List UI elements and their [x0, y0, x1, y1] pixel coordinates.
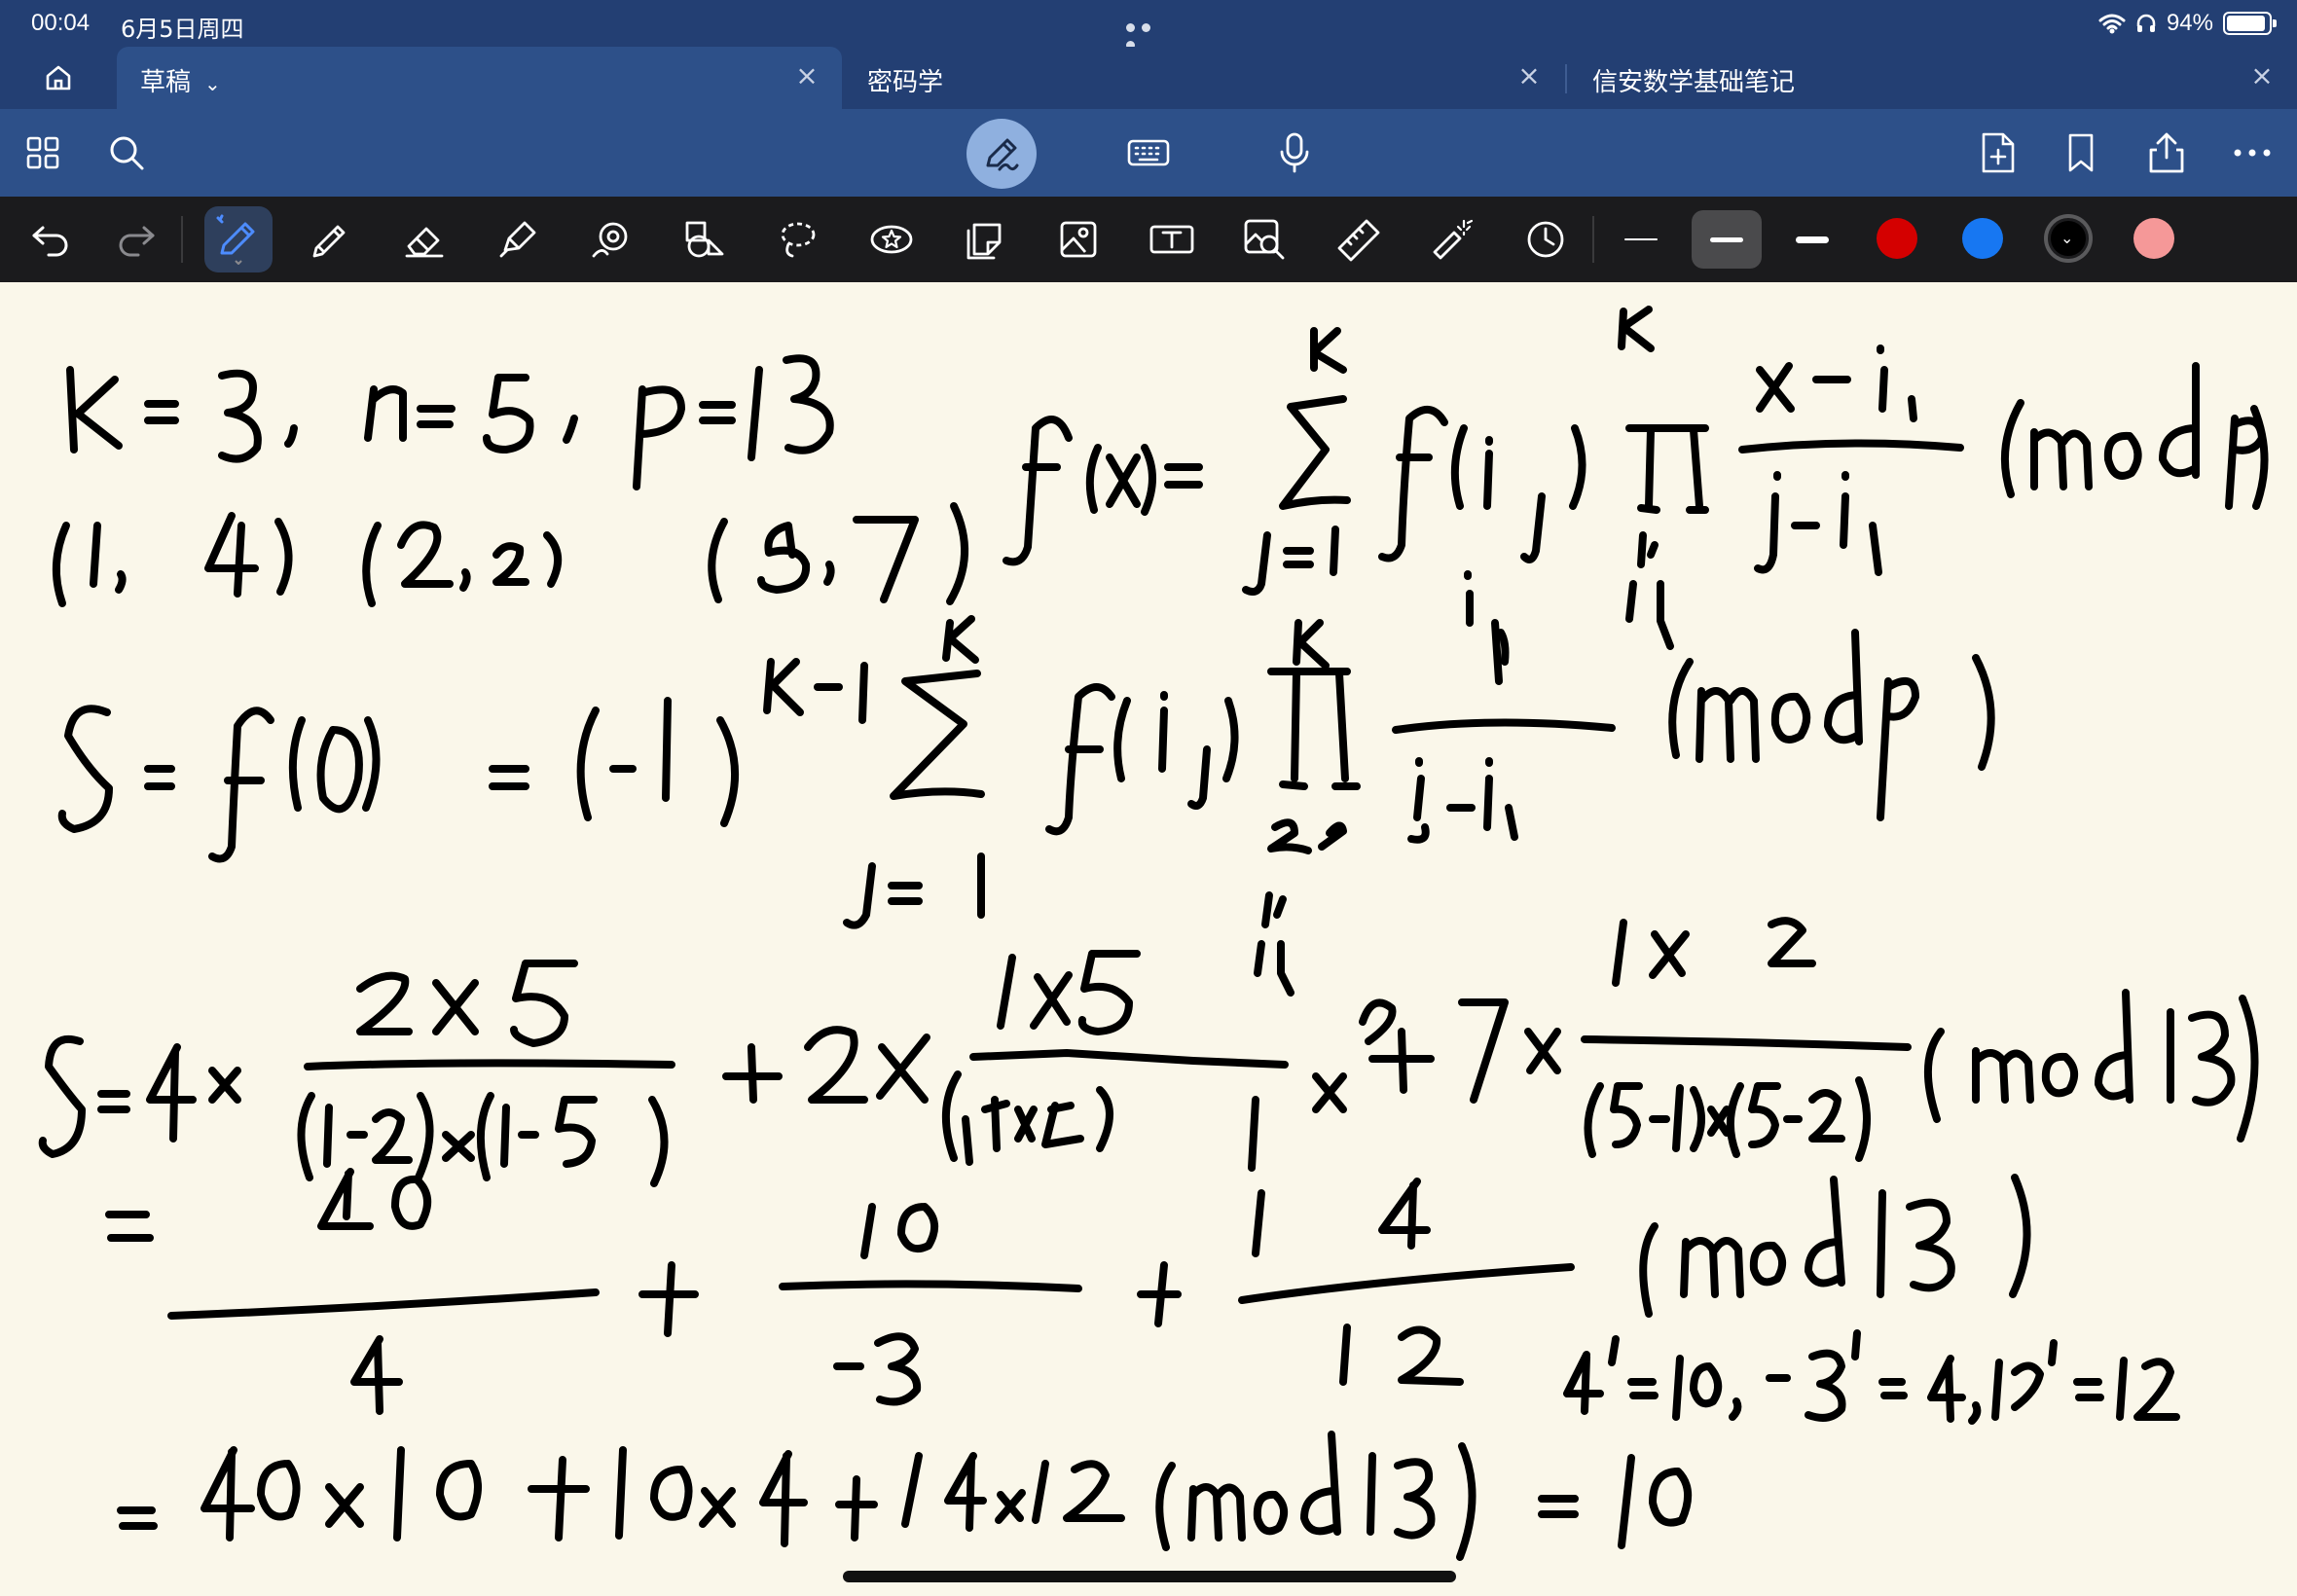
ink-line-parameters: [66, 354, 834, 490]
multitasking-dots-icon[interactable]: [1126, 19, 1171, 50]
eraser-tool[interactable]: [395, 210, 454, 269]
battery-icon: [2223, 12, 2277, 35]
ink-formula-secret: [57, 570, 1995, 997]
more-icon: [2234, 149, 2271, 157]
shape-recognition-tool[interactable]: [582, 210, 640, 269]
share-button[interactable]: [2137, 124, 2196, 182]
bookmark-button[interactable]: [2052, 124, 2110, 182]
ruler-icon: [1337, 219, 1380, 262]
ink-line-points: [52, 502, 969, 607]
search-icon: [110, 136, 144, 170]
sticky-note-icon: [966, 223, 1002, 260]
grid-button[interactable]: [14, 124, 72, 182]
status-date: 6月5日周四: [121, 16, 244, 43]
grid-icon: [26, 136, 59, 169]
close-tab-icon[interactable]: ×: [2248, 62, 2276, 90]
tab-label: 密码学: [867, 68, 944, 97]
status-bar: 00:04 6月5日周四 94%: [0, 0, 2297, 50]
stroke-medium[interactable]: [1692, 210, 1762, 269]
highlighter-tool[interactable]: [489, 210, 547, 269]
sticker-icon: [870, 225, 913, 254]
pen-icon: [216, 214, 255, 265]
undo-button[interactable]: [21, 210, 80, 269]
lasso-icon: [781, 222, 816, 258]
microphone-button[interactable]: [1265, 124, 1324, 182]
home-button[interactable]: [31, 54, 86, 101]
status-time: 00:04: [31, 10, 91, 36]
close-tab-icon[interactable]: ×: [793, 62, 820, 90]
ink-line-inverses: [1563, 1329, 2180, 1425]
status-right: 94%: [2098, 8, 2277, 39]
ink-line-substitution: [38, 917, 2259, 1187]
home-icon: [46, 65, 71, 91]
stroke-thick[interactable]: [1777, 210, 1847, 269]
pencil-icon: [312, 225, 346, 258]
home-indicator[interactable]: [843, 1571, 1456, 1582]
image-tool[interactable]: [1049, 210, 1108, 269]
redo-button[interactable]: [107, 210, 165, 269]
chevron-down-icon: ⌄: [2060, 231, 2074, 247]
add-page-button[interactable]: [1968, 124, 2026, 182]
redo-icon: [119, 226, 155, 257]
text-box-icon: [1149, 225, 1194, 254]
sticker-tool[interactable]: [862, 210, 921, 269]
bookmark-icon: [2068, 133, 2094, 172]
color-red-swatch[interactable]: [1877, 218, 1917, 259]
shapes-tool[interactable]: [675, 210, 734, 269]
share-icon: [2149, 132, 2184, 173]
tab-label: 信安数学基础笔记: [1592, 68, 1796, 97]
headphones-icon: [2136, 14, 2156, 32]
search-button[interactable]: [97, 124, 156, 182]
image-search-icon: [1244, 219, 1285, 260]
tools-bar: ⌄: [0, 197, 2297, 282]
tool-divider: [1592, 216, 1594, 263]
tab-math-notes[interactable]: 信安数学基础笔记 ×: [1569, 47, 2297, 109]
tab-cryptography[interactable]: 密码学 ×: [844, 47, 1564, 109]
shapes-icon: [685, 221, 724, 258]
color-pink-swatch[interactable]: [2133, 218, 2174, 259]
tab-drafts[interactable]: 草稿 ⌄ ×: [117, 47, 842, 109]
undo-icon: [32, 226, 68, 257]
lasso-tool[interactable]: [769, 210, 827, 269]
color-black-swatch[interactable]: ⌄: [2048, 218, 2089, 259]
color-blue-swatch[interactable]: [1962, 218, 2003, 259]
highlighter-icon: [499, 221, 536, 258]
image-search-tool[interactable]: [1236, 210, 1294, 269]
microphone-icon: [1280, 132, 1309, 173]
history-icon: [1527, 221, 1564, 258]
battery-percent: 94%: [2166, 10, 2213, 36]
pen-mode-icon: [986, 138, 1019, 171]
more-button[interactable]: [2223, 124, 2281, 182]
pencil-tool[interactable]: [302, 210, 360, 269]
main-toolbar: [0, 109, 2297, 197]
add-page-icon: [1982, 132, 2015, 173]
wifi-icon: [2098, 14, 2126, 34]
laser-pointer-tool[interactable]: [1423, 210, 1481, 269]
tab-divider: [1565, 64, 1567, 93]
shape-recognition-icon: [592, 222, 628, 258]
handwriting-layer: [38, 306, 2269, 1561]
ink-line-simplified: [105, 1168, 2031, 1415]
ruler-tool[interactable]: [1330, 210, 1388, 269]
note-canvas[interactable]: [0, 282, 2297, 1596]
chevron-down-icon[interactable]: ⌄: [204, 72, 221, 95]
laser-pointer-icon: [1433, 219, 1474, 260]
history-tool[interactable]: [1516, 210, 1575, 269]
tab-label: 草稿: [140, 68, 192, 97]
pen-mode-button[interactable]: [966, 119, 1037, 189]
tab-bar: 草稿 ⌄ × 密码学 × 信安数学基础笔记 ×: [0, 47, 2297, 109]
close-tab-icon[interactable]: ×: [1515, 62, 1543, 90]
eraser-icon: [405, 227, 444, 258]
keyboard-icon: [1127, 139, 1170, 166]
keyboard-button[interactable]: [1119, 124, 1178, 182]
text-box-tool[interactable]: [1143, 210, 1201, 269]
image-icon: [1060, 221, 1097, 258]
sticky-note-tool[interactable]: [956, 210, 1014, 269]
stroke-thin[interactable]: [1606, 210, 1676, 269]
ink-line-final: [117, 1431, 1692, 1561]
pen-tool[interactable]: [204, 206, 273, 272]
tool-divider: [181, 216, 183, 263]
ink-formula-lagrange: [1003, 306, 2269, 650]
